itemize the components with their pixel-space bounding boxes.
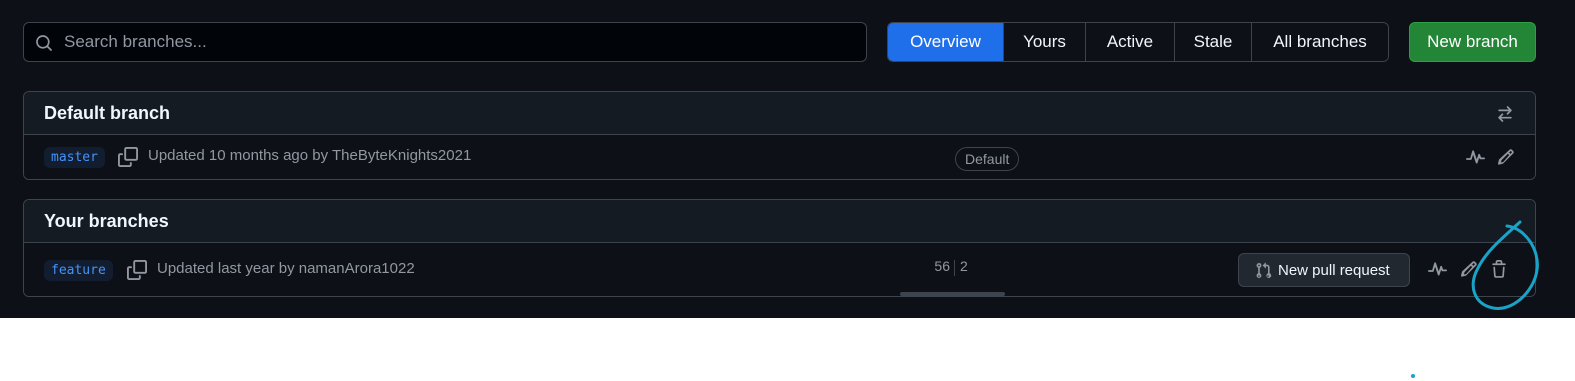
branch-name-link[interactable]: master	[44, 147, 105, 168]
tab-stale[interactable]: Stale	[1174, 23, 1251, 61]
pulse-icon[interactable]	[1428, 260, 1447, 279]
tab-active[interactable]: Active	[1085, 23, 1174, 61]
git-pull-request-icon	[1256, 262, 1272, 278]
tab-all-branches[interactable]: All branches	[1251, 23, 1388, 61]
pencil-icon[interactable]	[1497, 148, 1515, 166]
search-input[interactable]	[64, 23, 854, 61]
your-branches-header: Your branches	[24, 200, 1535, 243]
branch-name-link[interactable]: feature	[44, 260, 113, 281]
pencil-icon[interactable]	[1460, 260, 1478, 278]
your-branches-box: Your branches feature Updated last year …	[23, 199, 1536, 297]
new-pull-request-button[interactable]: New pull request	[1238, 253, 1410, 287]
copy-icon[interactable]	[118, 147, 138, 167]
ahead-behind-bar	[900, 292, 1005, 296]
pulse-icon[interactable]	[1466, 148, 1485, 167]
new-pull-request-label: New pull request	[1278, 261, 1390, 279]
search-icon	[36, 35, 52, 51]
branches-page: Overview Yours Active Stale All branches…	[0, 0, 1575, 318]
arrow-switch-icon[interactable]	[1496, 105, 1514, 123]
default-badge: Default	[955, 147, 1020, 171]
copy-icon[interactable]	[127, 260, 147, 280]
default-branch-box: Default branch master Updated 10 months …	[23, 91, 1536, 180]
tab-overview[interactable]: Overview	[888, 23, 1003, 61]
search-box[interactable]	[23, 22, 867, 62]
branch-filter-tabs: Overview Yours Active Stale All branches	[887, 22, 1389, 62]
branch-updated-text: Updated 10 months ago by TheByteKnights2…	[148, 147, 472, 164]
section-title: Default branch	[44, 103, 171, 123]
annotation-dot	[1411, 374, 1415, 378]
trash-icon[interactable]	[1490, 260, 1508, 278]
branch-updated-text: Updated last year by namanArora1022	[157, 260, 415, 277]
new-branch-button[interactable]: New branch	[1409, 22, 1536, 62]
section-title: Your branches	[44, 211, 169, 231]
branch-row: master Updated 10 months ago by TheByteK…	[24, 135, 1535, 179]
tab-yours[interactable]: Yours	[1003, 23, 1085, 61]
default-branch-header: Default branch	[24, 92, 1535, 135]
count-divider	[954, 260, 955, 276]
ahead-count: 2	[960, 258, 968, 274]
branch-row: feature Updated last year by namanArora1…	[24, 243, 1535, 296]
behind-count: 56	[934, 258, 950, 274]
